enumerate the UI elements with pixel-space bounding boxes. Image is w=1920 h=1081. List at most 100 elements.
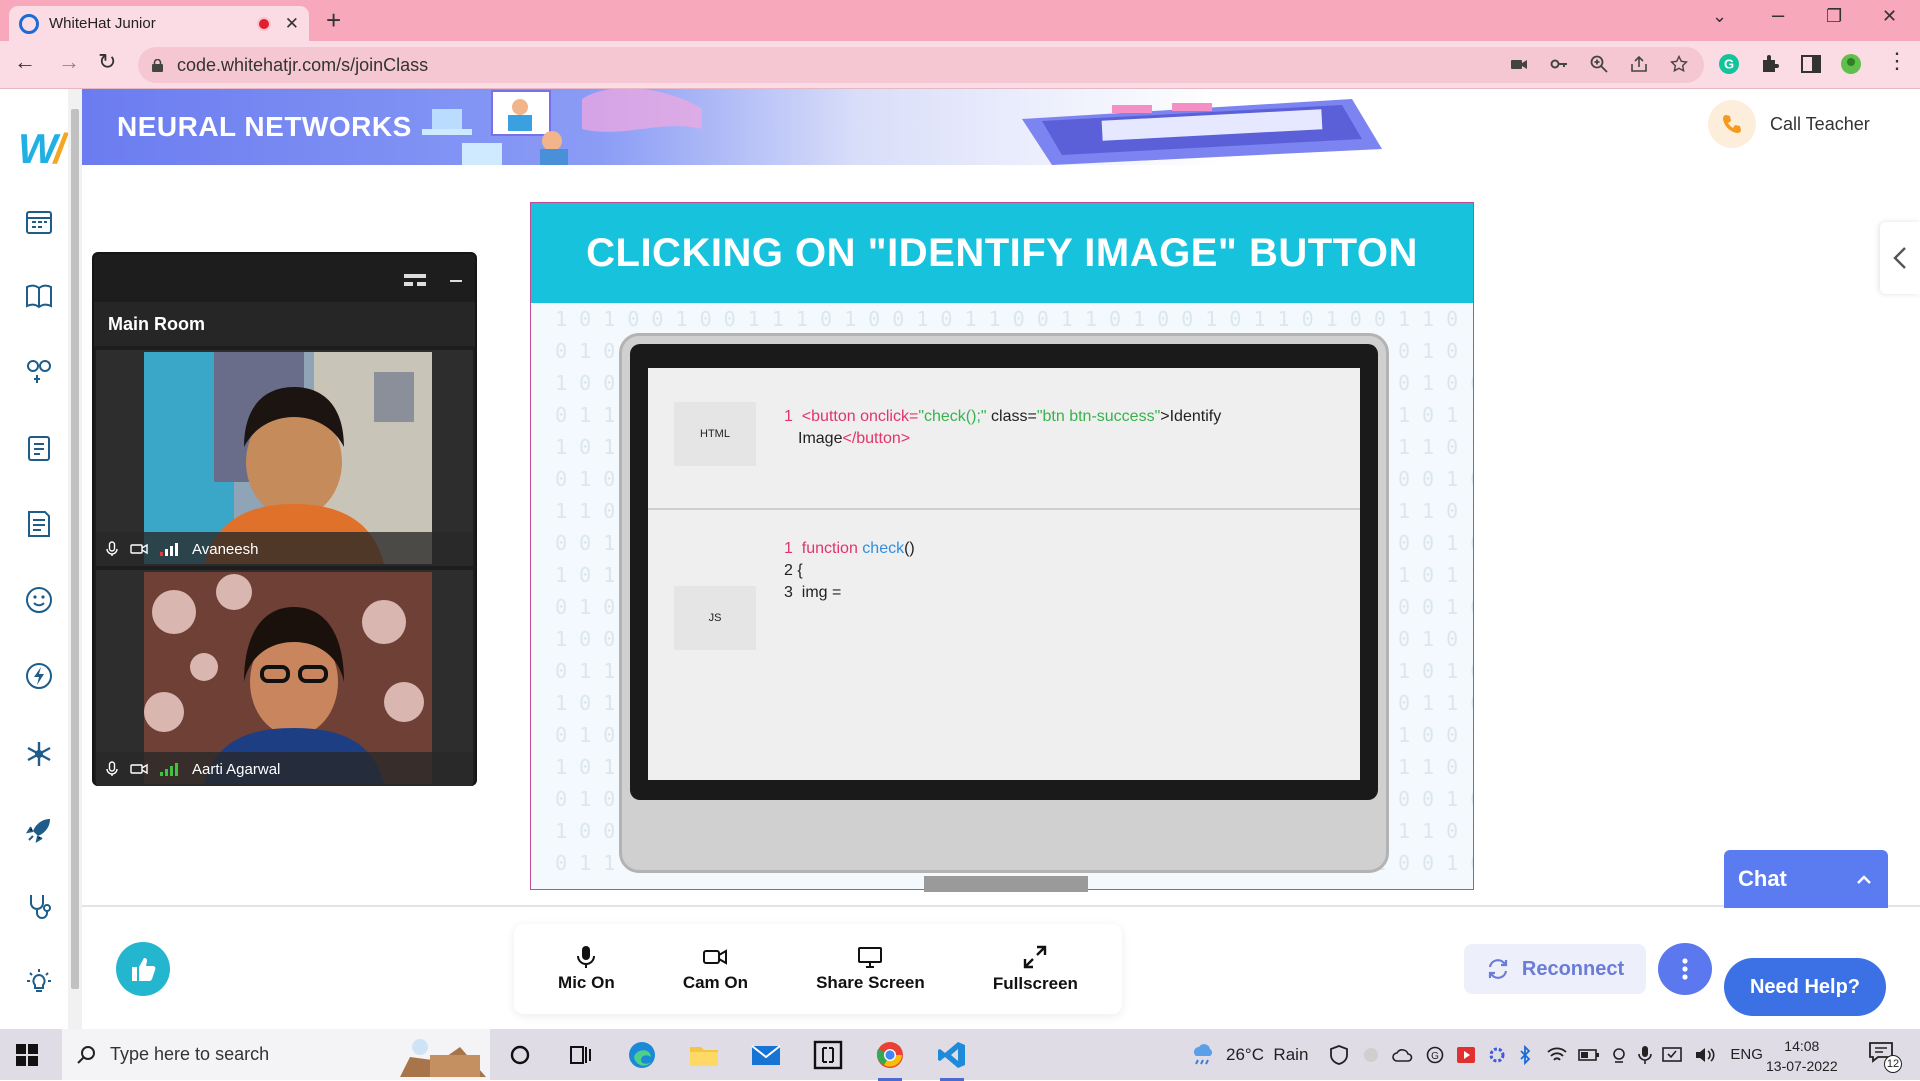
- meeting-controls: Mic On Cam On Share Screen Fullscreen: [514, 924, 1122, 1014]
- mic-tray-icon[interactable]: [1638, 1045, 1653, 1065]
- tab-search-chevron-icon[interactable]: ⌄: [1712, 6, 1727, 27]
- browser-tab[interactable]: WhiteHat Junior ✕: [9, 6, 309, 41]
- reconnect-button[interactable]: Reconnect: [1464, 944, 1646, 994]
- mic-button[interactable]: Mic On: [558, 945, 615, 993]
- profile-avatar-icon[interactable]: [1840, 53, 1862, 75]
- new-tab-button[interactable]: +: [326, 5, 341, 36]
- call-teacher-label: Call Teacher: [1770, 113, 1870, 134]
- taskbar-clock[interactable]: 14:08 13-07-2022: [1766, 1036, 1838, 1076]
- code-token: >Identify: [1160, 408, 1222, 425]
- gamepad-icon[interactable]: [24, 357, 54, 387]
- edge-browser-icon[interactable]: [624, 1037, 660, 1073]
- close-window-button[interactable]: ✕: [1882, 6, 1897, 27]
- whitehat-logo[interactable]: W/: [18, 125, 65, 173]
- presentation-slide: CLICKING ON "IDENTIFY IMAGE" BUTTON 1 0 …: [530, 202, 1474, 892]
- code-editor-icon[interactable]: [810, 1037, 846, 1073]
- notes-icon[interactable]: [24, 433, 54, 463]
- smiley-icon[interactable]: [24, 585, 54, 615]
- extensions-puzzle-icon[interactable]: [1760, 53, 1782, 75]
- task-view-icon[interactable]: [562, 1037, 598, 1073]
- minimize-panel-icon[interactable]: [450, 280, 462, 282]
- snowflake-icon[interactable]: [24, 739, 54, 769]
- defender-shield-icon[interactable]: [1328, 1044, 1350, 1066]
- grammarly-extension-icon[interactable]: G: [1718, 53, 1740, 75]
- html-label: HTML: [674, 402, 756, 466]
- weather-text[interactable]: 26°C Rain: [1226, 1045, 1308, 1065]
- recorder-tray-icon[interactable]: [1456, 1046, 1476, 1064]
- code-line-1-wrap: Image</button>: [784, 428, 1221, 450]
- camera-button[interactable]: Cam On: [683, 945, 748, 993]
- stethoscope-icon[interactable]: [24, 891, 54, 921]
- reload-button[interactable]: ↻: [98, 49, 116, 75]
- document-icon[interactable]: [24, 509, 54, 539]
- mail-icon[interactable]: [748, 1037, 784, 1073]
- close-tab-icon[interactable]: ✕: [285, 14, 299, 34]
- lightning-icon[interactable]: [24, 661, 54, 691]
- volume-icon[interactable]: [1694, 1046, 1716, 1064]
- collapse-panel-button[interactable]: [1880, 222, 1920, 294]
- course-banner: NEURAL NETWORKS: [82, 89, 1382, 165]
- call-teacher-button[interactable]: Call Teacher: [1708, 100, 1870, 148]
- code-line-2: 2 {: [784, 562, 803, 579]
- settings-gear-tray-icon[interactable]: [1488, 1046, 1506, 1064]
- monitor-illustration: HTML 1 <button onclick="check();" class=…: [619, 333, 1389, 892]
- fullscreen-label: Fullscreen: [992, 974, 1078, 993]
- participant-tile[interactable]: Aarti Agarwal: [96, 570, 473, 786]
- share-screen-label: Share Screen: [816, 973, 925, 992]
- search-icon: [77, 1045, 95, 1064]
- more-options-button[interactable]: [1658, 943, 1712, 995]
- scrollbar-thumb[interactable]: [71, 109, 79, 989]
- vertical-dots-icon: [1682, 958, 1688, 980]
- browser-tab-strip: WhiteHat Junior ✕ + ⌄ – ❐ ✕: [0, 0, 1920, 41]
- bluetooth-icon[interactable]: [1518, 1044, 1532, 1065]
- restore-window-button[interactable]: ❐: [1826, 6, 1842, 27]
- expand-icon: [1024, 945, 1047, 969]
- chrome-menu-icon[interactable]: ⋮: [1886, 48, 1908, 74]
- password-key-icon[interactable]: [1550, 55, 1568, 73]
- vscode-taskbar-button[interactable]: [934, 1037, 970, 1081]
- app-tray-icon[interactable]: [1362, 1046, 1380, 1064]
- rocket-icon[interactable]: [24, 815, 54, 845]
- battery-icon[interactable]: [1578, 1047, 1600, 1063]
- video-panel: Main Room Avaneesh Aarti Agarwal: [92, 252, 477, 786]
- taskbar-search[interactable]: Type here to search: [62, 1029, 490, 1080]
- back-button[interactable]: ←: [14, 49, 36, 75]
- code-token: (): [904, 540, 915, 557]
- notifications-button[interactable]: 12: [1868, 1041, 1902, 1073]
- signal-strength-icon: [160, 542, 178, 556]
- layout-toggle-icon[interactable]: [404, 274, 426, 286]
- grammarly-tray-icon[interactable]: G: [1426, 1046, 1444, 1064]
- zoom-icon[interactable]: [1590, 55, 1608, 73]
- thumbs-up-button[interactable]: [116, 942, 170, 996]
- bookmark-star-icon[interactable]: [1670, 55, 1688, 73]
- calendar-icon[interactable]: [24, 207, 54, 237]
- bulb-icon[interactable]: [24, 967, 54, 997]
- wifi-icon[interactable]: [1546, 1046, 1568, 1064]
- windows-start-icon[interactable]: [16, 1044, 38, 1066]
- chat-toggle[interactable]: Chat: [1724, 850, 1888, 908]
- cortana-icon[interactable]: [502, 1037, 538, 1073]
- forward-button[interactable]: →: [58, 49, 80, 75]
- url-text: code.whitehatjr.com/s/joinClass: [177, 54, 429, 75]
- webcam-tray-icon[interactable]: [1610, 1046, 1628, 1064]
- need-help-button[interactable]: Need Help?: [1724, 958, 1886, 1016]
- monitor-bezel: HTML 1 <button onclick="check();" class=…: [630, 344, 1378, 800]
- page-scrollbar[interactable]: [68, 89, 82, 1029]
- camera-in-use-icon[interactable]: [1510, 55, 1528, 73]
- side-panel-icon[interactable]: [1800, 53, 1822, 75]
- file-explorer-icon[interactable]: [686, 1037, 722, 1073]
- monitor-screen: HTML 1 <button onclick="check();" class=…: [648, 368, 1360, 780]
- minimize-window-button[interactable]: –: [1772, 2, 1784, 28]
- address-bar[interactable]: code.whitehatjr.com/s/joinClass: [138, 47, 1704, 83]
- participant-tile[interactable]: Avaneesh: [96, 350, 473, 566]
- code-token: check: [862, 540, 905, 557]
- onedrive-cloud-icon[interactable]: [1392, 1046, 1414, 1064]
- display-tray-icon[interactable]: [1662, 1046, 1684, 1064]
- book-icon[interactable]: [24, 281, 54, 311]
- chrome-taskbar-button[interactable]: [872, 1037, 908, 1081]
- input-language[interactable]: ENG: [1730, 1046, 1763, 1063]
- share-screen-button[interactable]: Share Screen: [816, 945, 925, 993]
- share-icon[interactable]: [1630, 55, 1648, 73]
- app-sidebar: W/: [0, 89, 68, 1029]
- fullscreen-button[interactable]: Fullscreen: [993, 944, 1078, 994]
